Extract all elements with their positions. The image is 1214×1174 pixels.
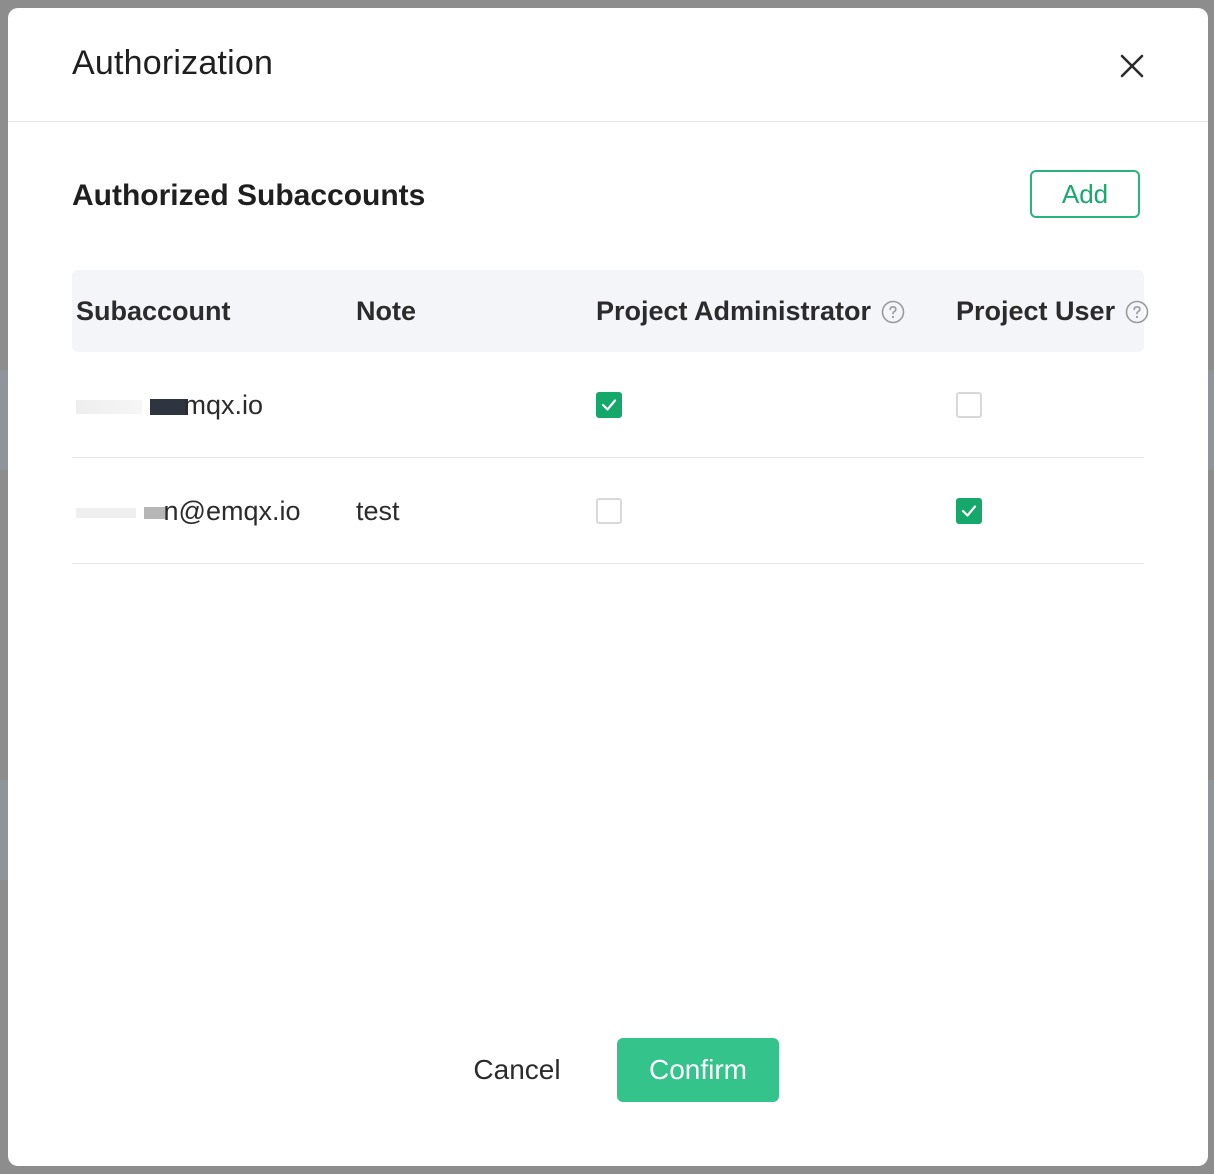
redacted-text [143, 506, 166, 519]
subaccount-email: mqx.io [183, 390, 264, 420]
check-icon [961, 505, 977, 517]
column-header-label: Subaccount [76, 296, 231, 326]
column-header-subaccount: Subaccount [76, 296, 231, 327]
redacted-text [76, 399, 142, 414]
project-user-checkbox[interactable] [956, 392, 982, 418]
question-circle-icon[interactable] [1125, 300, 1149, 324]
table-row: n@emqx.io test [72, 458, 1144, 564]
note-cell: test [356, 496, 400, 526]
question-circle-icon[interactable] [881, 300, 905, 324]
dialog-header: Authorization [8, 8, 1208, 122]
add-subaccount-button[interactable]: Add [1030, 170, 1140, 218]
column-header-label: Project Administrator [596, 296, 872, 326]
subaccount-cell: n@emqx.io [76, 496, 300, 527]
redacted-text [149, 398, 188, 415]
check-icon [601, 399, 617, 411]
authorization-dialog: Authorization Authorized Subaccounts Add… [8, 8, 1208, 1166]
dialog-footer: Cancel Confirm [8, 1038, 1208, 1102]
column-header-project-user: Project User [956, 296, 1149, 327]
confirm-button[interactable]: Confirm [617, 1038, 779, 1102]
close-icon [1120, 54, 1144, 78]
subaccounts-table: Subaccount Note Project Administrator Pr… [72, 270, 1149, 564]
column-header-label: Project User [956, 296, 1116, 326]
table-row: mqx.io [72, 352, 1144, 458]
project-administrator-checkbox[interactable] [596, 392, 622, 418]
subaccount-cell: mqx.io [76, 390, 263, 421]
project-administrator-checkbox[interactable] [596, 498, 622, 524]
section-title: Authorized Subaccounts [72, 179, 426, 212]
close-button[interactable] [1114, 48, 1150, 84]
column-header-label: Note [356, 296, 416, 326]
dialog-title: Authorization [72, 44, 274, 82]
cancel-button[interactable]: Cancel [456, 1038, 578, 1102]
project-user-checkbox[interactable] [956, 498, 982, 524]
column-header-note: Note [356, 296, 416, 327]
table-header: Subaccount Note Project Administrator Pr… [72, 270, 1149, 352]
column-header-project-administrator: Project Administrator [596, 296, 905, 327]
redacted-text [76, 507, 136, 518]
subaccount-email: n@emqx.io [163, 496, 301, 526]
